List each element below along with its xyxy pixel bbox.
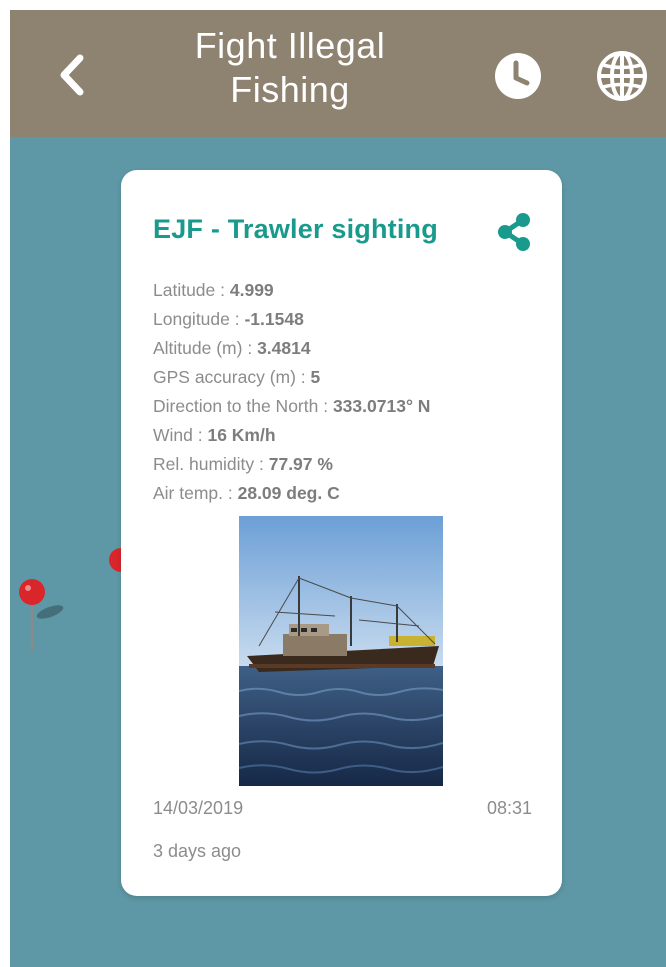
clock-icon [495,53,541,99]
card-title: EJF - Trawler sighting [153,214,438,244]
humidity-row: Rel. humidity : 77.97 % [153,450,553,479]
field-label: GPS accuracy (m) : [153,367,311,387]
field-value: 28.09 deg. C [237,483,340,503]
air-temp-row: Air temp. : 28.09 deg. C [153,479,553,508]
field-label: Air temp. : [153,483,238,503]
field-label: Direction to the North : [153,396,333,416]
field-label: Latitude : [153,280,230,300]
history-button[interactable] [494,52,542,100]
app-header: Fight Illegal Fishing [10,10,666,137]
sighting-date: 14/03/2019 [153,798,244,818]
altitude-row: Altitude (m) : 3.4814 [153,334,553,363]
field-value: 3.4814 [257,338,311,358]
share-icon [498,213,530,251]
sighting-time: 08:31 [486,798,532,818]
sighting-photo[interactable] [239,516,443,786]
field-label: Longitude : [153,309,245,329]
sighting-card: EJF - Trawler sighting Latitude : 4.999 … [121,170,562,896]
page-title-line-2: Fishing [230,69,350,110]
longitude-row: Longitude : -1.1548 [153,305,553,334]
field-value: 4.999 [229,280,274,300]
latitude-row: Latitude : 4.999 [153,276,553,305]
field-label: Rel. humidity : [153,454,269,474]
field-label: Altitude (m) : [153,338,258,358]
page-title: Fight Illegal Fishing [160,24,420,112]
field-value: 16 Km/h [207,425,276,445]
field-value: 5 [310,367,321,387]
wind-row: Wind : 16 Km/h [153,421,553,450]
globe-icon [597,51,647,101]
trawler-photo-image [239,516,443,786]
field-value: 333.0713° N [332,396,431,416]
field-value: 77.97 % [268,454,333,474]
gps-accuracy-row: GPS accuracy (m) : 5 [153,363,553,392]
app-screen: Fight Illegal Fishing EJF - Trawler sigh… [10,10,666,967]
map-pin[interactable] [18,578,78,663]
sighting-details: Latitude : 4.999 Longitude : -1.1548 Alt… [153,276,553,508]
field-label: Wind : [153,425,208,445]
direction-row: Direction to the North : 333.0713° N [153,392,553,421]
page-title-line-1: Fight Illegal [194,25,386,66]
back-button[interactable] [50,50,94,100]
chevron-left-icon [60,54,84,96]
share-button[interactable] [495,212,535,252]
map-pin-icon [19,579,64,652]
field-value: -1.1548 [244,309,304,329]
relative-time: 3 days ago [153,841,242,861]
language-button[interactable] [596,50,648,102]
